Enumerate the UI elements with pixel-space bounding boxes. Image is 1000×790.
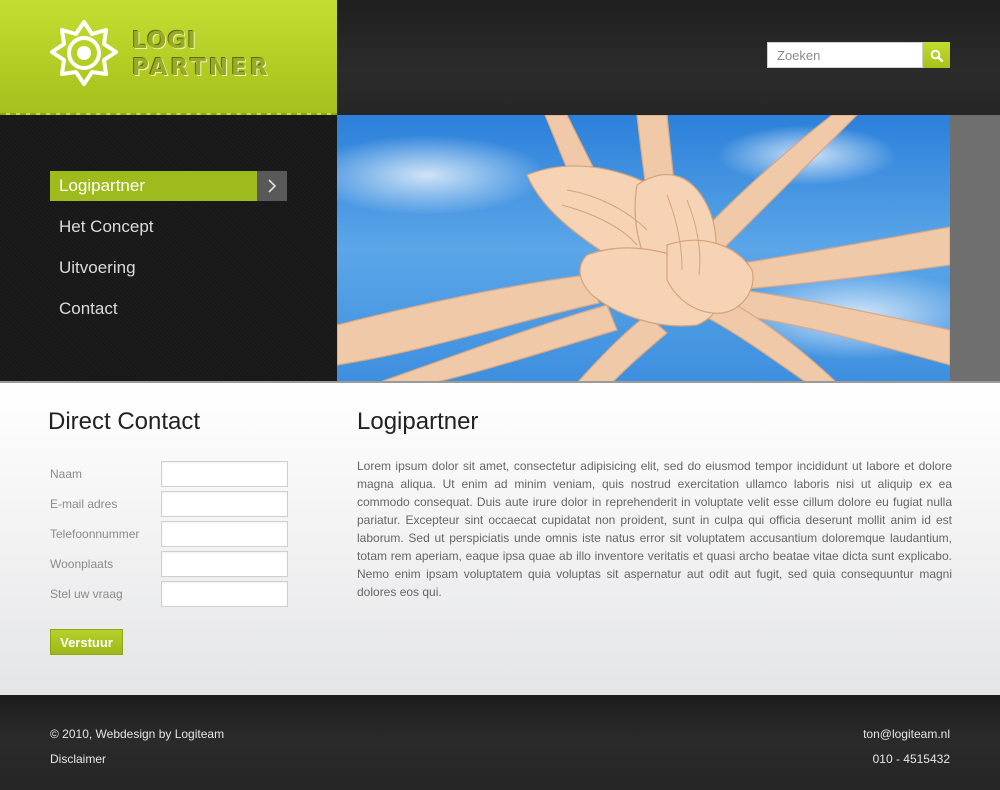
nav-item-label: Contact — [59, 299, 118, 318]
woonplaats-field[interactable] — [161, 551, 288, 577]
site-footer: © 2010, Webdesign by Logiteam Disclaimer… — [0, 695, 1000, 790]
footer-left: © 2010, Webdesign by Logiteam Disclaimer — [50, 722, 224, 772]
search-icon — [930, 49, 943, 62]
article-body: Lorem ipsum dolor sit amet, consectetur … — [357, 459, 952, 599]
form-row-telefoon: Telefoonnummer — [50, 521, 288, 547]
field-label: E-mail adres — [50, 497, 118, 511]
vraag-field[interactable] — [161, 581, 288, 607]
contact-title: Direct Contact — [48, 408, 201, 435]
search-input[interactable] — [767, 42, 923, 68]
nav-item-uitvoering[interactable]: Uitvoering — [50, 253, 287, 283]
field-label: Stel uw vraag — [50, 587, 123, 601]
nav-item-het-concept[interactable]: Het Concept — [50, 212, 287, 242]
article-title: Logipartner — [357, 408, 479, 435]
email-field[interactable] — [161, 491, 288, 517]
nav-item-label: Uitvoering — [59, 258, 136, 277]
form-row-naam: Naam — [50, 461, 288, 487]
disclaimer-link[interactable]: Disclaimer — [50, 747, 224, 772]
content-section: Direct Contact Naam E-mail adres Telefoo… — [0, 383, 1000, 695]
phone-number: 010 - 4515432 — [872, 752, 950, 766]
search-button[interactable] — [923, 42, 950, 68]
copyright-text: © 2010, Webdesign by Logiteam — [50, 727, 225, 741]
logo-sun-icon — [50, 20, 118, 86]
form-row-woonplaats: Woonplaats — [50, 551, 288, 577]
form-row-email: E-mail adres — [50, 491, 288, 517]
hero-section: Logipartner Het Concept Uitvoering Conta… — [0, 115, 1000, 383]
footer-right: ton@logiteam.nl 010 - 4515432 — [863, 722, 950, 772]
telefoon-field[interactable] — [161, 521, 288, 547]
main-nav: Logipartner Het Concept Uitvoering Conta… — [50, 171, 287, 335]
nav-item-label: Het Concept — [59, 217, 154, 236]
hands-illustration — [337, 115, 950, 383]
logo-line1: LOGI — [132, 28, 197, 54]
nav-item-contact[interactable]: Contact — [50, 294, 287, 324]
hero-side-strip — [950, 115, 1000, 383]
hero-image-teamwork-hands — [337, 115, 950, 383]
field-label: Naam — [50, 467, 83, 481]
logo-line2: PARTNER — [132, 55, 271, 81]
field-label: Telefoonnummer — [50, 527, 140, 541]
submit-button[interactable]: Verstuur — [50, 629, 123, 655]
site-header: LOGI PARTNER — [0, 0, 1000, 115]
logo[interactable]: LOGI PARTNER — [0, 0, 337, 115]
main-nav-panel: Logipartner Het Concept Uitvoering Conta… — [0, 115, 337, 383]
logo-wordmark: LOGI PARTNER — [132, 30, 271, 80]
nav-item-label: Logipartner — [59, 176, 146, 195]
nav-item-logipartner[interactable]: Logipartner — [50, 171, 287, 201]
naam-field[interactable] — [161, 461, 288, 487]
form-row-vraag: Stel uw vraag — [50, 581, 288, 607]
chevron-right-icon — [257, 171, 287, 201]
field-label: Woonplaats — [50, 557, 114, 571]
search-bar — [767, 42, 950, 68]
email-link[interactable]: ton@logiteam.nl — [863, 722, 950, 747]
